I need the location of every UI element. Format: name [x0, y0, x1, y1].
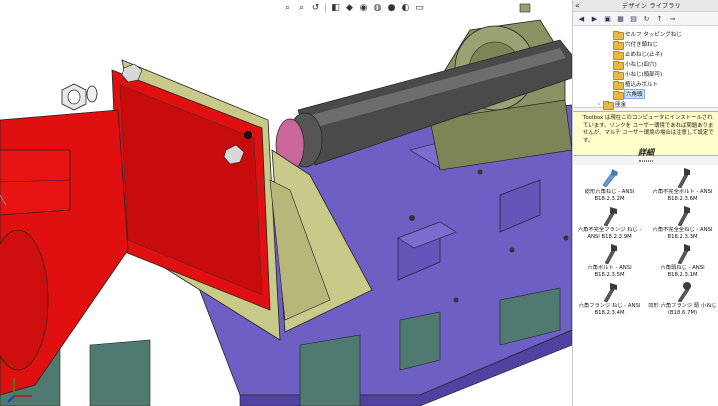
part-item[interactable]: 六角不完全ボルト - ANSI B18.2.3.6M [646, 167, 718, 205]
hole [453, 297, 459, 303]
terminal-box [0, 149, 71, 216]
hole [563, 235, 569, 241]
mounting-foot [299, 334, 361, 406]
view-settings-icon[interactable]: ▭ [414, 3, 425, 14]
previous-view-icon[interactable]: ↺ [310, 3, 321, 14]
folder-icon [613, 30, 624, 40]
tree-item[interactable]: セルフ タッピングねじ [573, 29, 718, 40]
part-item[interactable]: 六角不完全フランジ ねじ - ANSI B18.2.3.9M [573, 205, 646, 243]
parts-grid: 総形六角ねじ - ANSI B18.2.3.2M 六角不完全ボルト - ANSI… [573, 165, 718, 406]
flange-bolt-icon [603, 207, 617, 227]
tree-item[interactable]: › 座金 [573, 99, 718, 110]
pane-toolbar: ◀ ▶ ▣ ▦ ▤ ↻ ↑ ⊸ [573, 12, 718, 26]
folder-icon [613, 90, 624, 100]
mounting-foot [89, 339, 151, 406]
flange-bolt-icon [603, 283, 617, 303]
toolbox-info-box: Toolbox は現在このコンピュータにインストールされています。リンクを ユー… [573, 111, 718, 157]
coordinate-triad-icon [7, 378, 32, 403]
part-item[interactable]: 六角不完全全ねじ - ANSI B18.2.3.3M [646, 205, 718, 243]
hole [477, 169, 483, 175]
heads-up-toolbar: ⌕ ⌕ ↺ ◧ ◆ ◉ ◍ ● ◐ ▭ [282, 1, 425, 15]
edit-appearance-icon[interactable]: ● [386, 3, 397, 14]
hole [409, 215, 415, 221]
scene-icon[interactable]: ◐ [400, 3, 411, 14]
tree-item[interactable]: 穴付き頭ねじ [573, 39, 718, 50]
graphics-viewport[interactable]: ⌕ ⌕ ↺ ◧ ◆ ◉ ◍ ● ◐ ▭ [0, 0, 572, 406]
hex-nut [61, 83, 87, 111]
bearing-bolt [519, 3, 531, 13]
assembly-model [0, 3, 572, 406]
collapse-icon[interactable]: « [575, 1, 585, 10]
forward-icon[interactable]: ▶ [589, 13, 600, 24]
tree-item[interactable]: 小ねじ(皿穴) [573, 59, 718, 70]
display-style-icon[interactable]: ◉ [358, 3, 369, 14]
tree-item[interactable]: 小ねじ(頭部可) [573, 69, 718, 80]
folder-icon [613, 60, 624, 70]
solidworks-window: ⌕ ⌕ ↺ ◧ ◆ ◉ ◍ ● ◐ ▭ « デザイン ライブラリ ◀ ▶ ▣ ▦ [0, 0, 718, 406]
section-view-icon[interactable]: ◧ [330, 3, 341, 14]
library-icon[interactable]: ▦ [615, 13, 626, 24]
back-icon[interactable]: ◀ [576, 13, 587, 24]
hex-bolt-icon [677, 168, 690, 189]
flange-screw-icon [677, 282, 691, 303]
hide-show-icon[interactable]: ◍ [372, 3, 383, 14]
task-pane-design-library: « デザイン ライブラリ ◀ ▶ ▣ ▦ ▤ ↻ ↑ ⊸ セルフ タッピングねじ… [572, 0, 718, 406]
tree-item[interactable]: 植込みボルト [573, 79, 718, 90]
part-item[interactable]: 六角頭ねじ - ANSI B18.2.3.1M [646, 243, 718, 281]
zoom-fit-icon[interactable]: ⌕ [282, 3, 293, 14]
washer [86, 85, 98, 103]
part-item[interactable]: 六角フランジ ねじ - ANSI B18.2.3.4M [573, 281, 646, 319]
part-item[interactable]: 凹形 六角フランジ 頭 小ねじ (B18.6.7M) [646, 281, 718, 319]
pane-title: デザイン ライブラリ [622, 3, 681, 10]
library-tree: セルフ タッピングねじ 穴付き頭ねじ 止めねじ(止ネ) 小ねじ(皿穴) 小ねじ(… [573, 26, 718, 110]
pane-title-bar: « デザイン ライブラリ [573, 0, 718, 12]
refresh-icon[interactable]: ↻ [641, 13, 652, 24]
tree-item-selected[interactable]: 六角頭 [573, 89, 718, 100]
new-folder-icon[interactable]: ▤ [628, 13, 639, 24]
zoom-area-icon[interactable]: ⌕ [296, 3, 307, 14]
hex-bolt-icon [677, 206, 690, 227]
part-item[interactable]: 六角ボルト - ANSI B18.2.3.5M [573, 243, 646, 281]
folder-icon [613, 70, 624, 80]
screw-icon [602, 169, 618, 188]
folder-icon [603, 100, 614, 110]
hole [509, 247, 515, 253]
hex-bolt-icon [604, 244, 617, 265]
tree-item[interactable]: 止めねじ(止ネ) [573, 49, 718, 60]
hex-bolt-icon [677, 244, 690, 265]
part-item[interactable]: 総形六角ねじ - ANSI B18.2.3.2M [573, 167, 646, 205]
info-message: Toolbox は現在このコンピュータにインストールされています。リンクを ユー… [583, 115, 714, 144]
folder-icon [613, 50, 624, 60]
view-orientation-icon[interactable]: ◆ [344, 3, 355, 14]
folder-icon [613, 40, 624, 50]
pane-splitter[interactable] [573, 157, 718, 165]
folder-icon [613, 80, 624, 90]
flange-hole [244, 131, 252, 139]
chevron-right-icon[interactable]: › [595, 101, 603, 108]
mounting-foot [399, 311, 441, 371]
pin-icon[interactable]: ⊸ [667, 13, 678, 24]
up-icon[interactable]: ↑ [654, 13, 665, 24]
add-folder-icon[interactable]: ▣ [602, 13, 613, 24]
